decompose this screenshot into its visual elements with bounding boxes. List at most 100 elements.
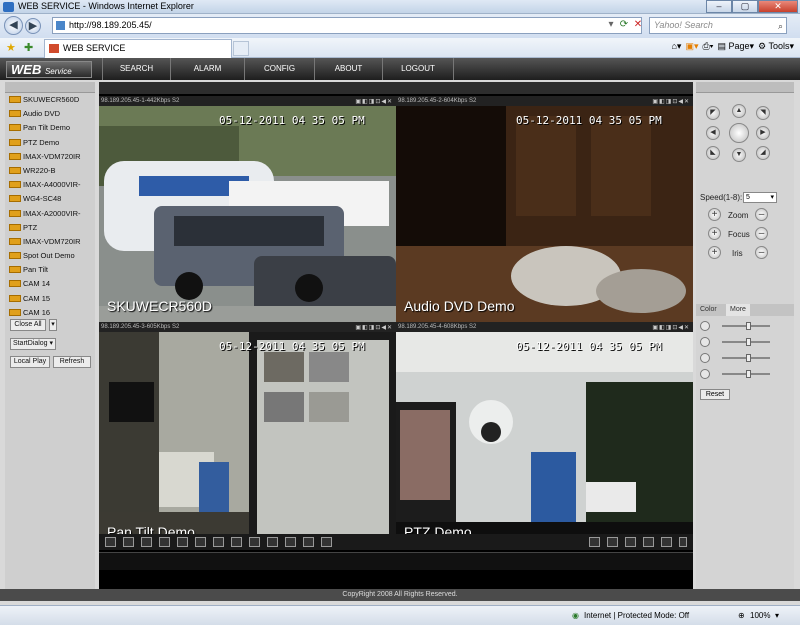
- close-all-dropdown[interactable]: ▾: [49, 319, 57, 331]
- layout-1-icon[interactable]: [105, 537, 116, 547]
- refresh-button[interactable]: Refresh: [53, 356, 91, 368]
- layout-20-icon[interactable]: [249, 537, 260, 547]
- hue-knob[interactable]: [746, 370, 751, 378]
- search-icon[interactable]: ⌕: [778, 19, 783, 34]
- iris-close-icon[interactable]: –: [755, 246, 768, 259]
- toolbar-icon-e[interactable]: [661, 537, 672, 547]
- tab-color[interactable]: Color: [696, 304, 721, 316]
- device-item[interactable]: IMAX-A4000VIR-: [5, 178, 95, 192]
- layout-8-icon[interactable]: [177, 537, 188, 547]
- focus-far-icon[interactable]: –: [755, 227, 768, 240]
- device-item[interactable]: CAM 16: [5, 306, 95, 320]
- toolbar-icon-a[interactable]: [589, 537, 600, 547]
- ptz-up-icon[interactable]: ▲: [732, 104, 746, 118]
- zoom-level[interactable]: 100%: [750, 611, 770, 620]
- layout-6-icon[interactable]: [159, 537, 170, 547]
- layout-9-icon[interactable]: [195, 537, 206, 547]
- zoom-in-icon[interactable]: +: [708, 208, 721, 221]
- layout-16-icon[interactable]: [231, 537, 242, 547]
- device-item[interactable]: IMAX-A2000VIR-: [5, 207, 95, 221]
- start-dialog-button[interactable]: StartDialog ▾: [10, 338, 56, 350]
- refresh-icon[interactable]: ⟳: [617, 18, 631, 32]
- minimize-button[interactable]: –: [706, 0, 732, 13]
- saturation-slider[interactable]: [722, 354, 770, 362]
- ptz-up-left-icon[interactable]: ◤: [706, 106, 720, 120]
- ptz-up-right-icon[interactable]: ◥: [756, 106, 770, 120]
- layout-13-icon[interactable]: [213, 537, 224, 547]
- back-button[interactable]: ◀: [4, 16, 23, 35]
- layout-25-icon[interactable]: [267, 537, 278, 547]
- home-icon[interactable]: ⌂▾: [671, 41, 681, 52]
- ptz-right-icon[interactable]: ▶: [756, 126, 770, 140]
- ptz-down-right-icon[interactable]: ◢: [756, 146, 770, 160]
- close-window-button[interactable]: ✕: [758, 0, 798, 13]
- video-tile-3[interactable]: 98.189.205.45-3-605Kbps S2 ▣◧◨⊡◀✕ 05-12-2…: [99, 322, 396, 548]
- brightness-slider[interactable]: [722, 322, 770, 330]
- menu-alarm[interactable]: ALARM: [170, 58, 244, 80]
- hue-slider[interactable]: [722, 370, 770, 378]
- device-item[interactable]: PTZ Demo: [5, 136, 95, 150]
- zoom-dropdown-icon[interactable]: ▾: [775, 611, 779, 620]
- device-item[interactable]: SKUWECR560D: [5, 93, 95, 107]
- maximize-button[interactable]: ▢: [732, 0, 758, 13]
- feeds-icon[interactable]: ▣▾: [685, 41, 698, 52]
- ptz-left-icon[interactable]: ◀: [706, 126, 720, 140]
- device-item[interactable]: WR220-B: [5, 164, 95, 178]
- ptz-center-button[interactable]: [729, 123, 749, 143]
- device-item[interactable]: PTZ: [5, 221, 95, 235]
- reset-button[interactable]: Reset: [700, 389, 730, 400]
- contrast-slider[interactable]: [722, 338, 770, 346]
- search-input[interactable]: Yahoo! Search ⌕: [649, 17, 787, 34]
- favorites-star-icon[interactable]: ★: [6, 41, 16, 54]
- browser-tab[interactable]: WEB SERVICE: [44, 39, 232, 58]
- video-tile-1[interactable]: 98.189.205.45-1-442Kbps S2 ▣◧◨⊡◀✕ 05-12-2…: [99, 96, 396, 322]
- video-tile-4[interactable]: 98.189.205.45-4-608Kbps S2 ▣◧◨⊡◀✕ 05-12-2…: [396, 322, 693, 548]
- zoom-out-icon[interactable]: –: [755, 208, 768, 221]
- zoom-icon[interactable]: ⊕: [738, 611, 745, 620]
- fullscreen-icon[interactable]: [141, 537, 152, 547]
- menu-config[interactable]: CONFIG: [244, 58, 314, 80]
- local-play-button[interactable]: Local Play: [10, 356, 50, 368]
- tile-4-controls-icon[interactable]: ▣◧◨⊡◀✕: [652, 323, 690, 333]
- address-field[interactable]: http://98.189.205.45/: [52, 17, 642, 34]
- dropdown-arrow-icon[interactable]: ▾: [604, 18, 618, 32]
- device-item[interactable]: CAM 14: [5, 277, 95, 291]
- tile-3-controls-icon[interactable]: ▣◧◨⊡◀✕: [355, 323, 393, 333]
- print-icon[interactable]: ⎙▾: [702, 41, 713, 52]
- iris-open-icon[interactable]: +: [708, 246, 721, 259]
- tools-menu[interactable]: ⚙ Tools▾: [758, 41, 794, 52]
- device-item[interactable]: Pan Tilt: [5, 263, 95, 277]
- toolbar-icon-d[interactable]: [643, 537, 654, 547]
- layout-36-icon[interactable]: [285, 537, 296, 547]
- menu-logout[interactable]: LOGOUT: [382, 58, 454, 80]
- stop-icon[interactable]: ✕: [631, 18, 645, 32]
- device-item[interactable]: CAM 15: [5, 292, 95, 306]
- forward-button[interactable]: ▶: [25, 18, 41, 34]
- new-tab-button[interactable]: [233, 41, 249, 56]
- add-favorite-icon[interactable]: ✚: [24, 41, 33, 54]
- device-item[interactable]: IMAX-VDM720IR: [5, 235, 95, 249]
- contrast-knob[interactable]: [746, 338, 751, 346]
- layout-4-icon[interactable]: [123, 537, 134, 547]
- device-item[interactable]: Pan Tilt Demo: [5, 121, 95, 135]
- toolbar-icon-f[interactable]: [679, 537, 687, 547]
- close-all-button[interactable]: Close All: [10, 319, 46, 331]
- menu-about[interactable]: ABOUT: [314, 58, 382, 80]
- device-item[interactable]: WG4-SC48: [5, 192, 95, 206]
- device-item[interactable]: Spot Out Demo: [5, 249, 95, 263]
- menu-search[interactable]: SEARCH: [102, 58, 170, 80]
- speed-select[interactable]: 5 ▾: [743, 192, 777, 203]
- device-item[interactable]: Audio DVD: [5, 107, 95, 121]
- saturation-knob[interactable]: [746, 354, 751, 362]
- toolbar-icon-c[interactable]: [625, 537, 636, 547]
- toolbar-icon-b[interactable]: [607, 537, 618, 547]
- brightness-knob[interactable]: [746, 322, 751, 330]
- page-menu[interactable]: ▤ Page▾: [717, 41, 754, 52]
- tile-1-controls-icon[interactable]: ▣◧◨⊡◀✕: [355, 97, 393, 107]
- device-item[interactable]: IMAX-VDM720IR: [5, 150, 95, 164]
- tile-2-controls-icon[interactable]: ▣◧◨⊡◀✕: [652, 97, 690, 107]
- tab-more[interactable]: More: [726, 304, 750, 316]
- prev-page-icon[interactable]: [303, 537, 314, 547]
- video-tile-2[interactable]: 98.189.205.45-2-604Kbps S2 ▣◧◨⊡◀✕ 05-12-2…: [396, 96, 693, 322]
- next-page-icon[interactable]: [321, 537, 332, 547]
